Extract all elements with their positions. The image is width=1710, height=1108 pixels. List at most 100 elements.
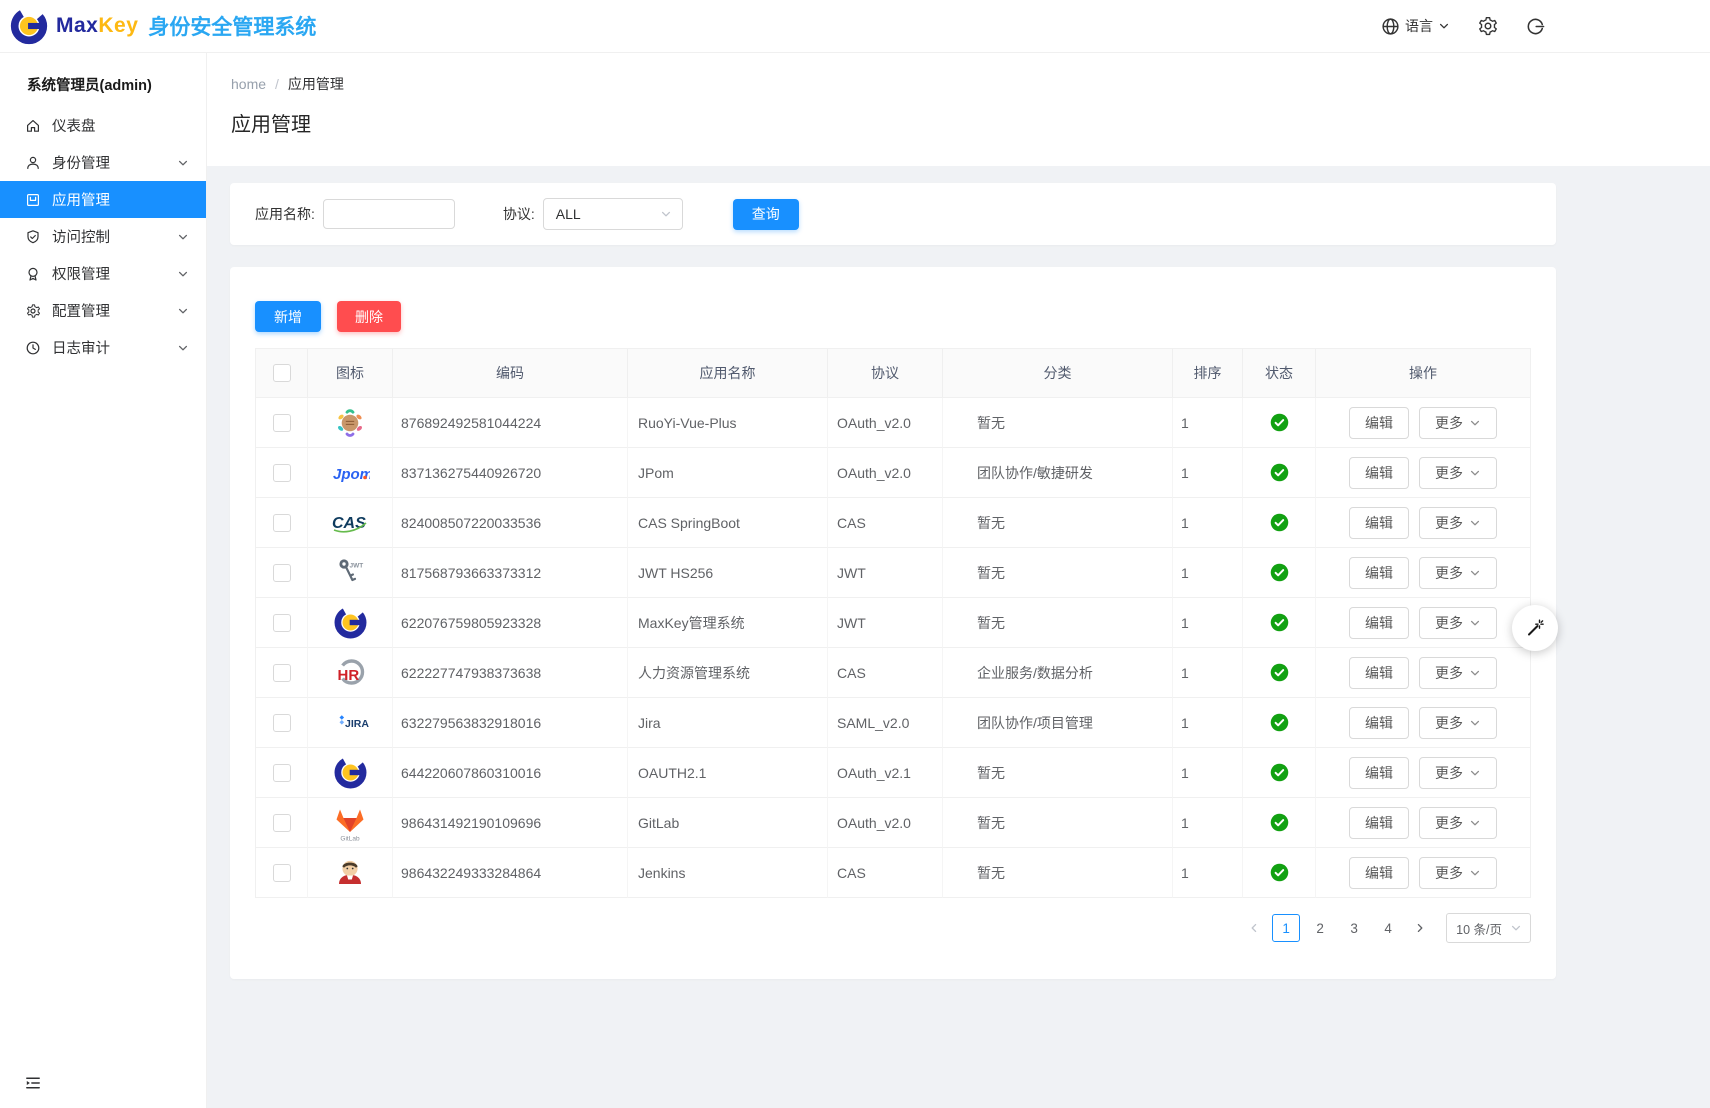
sidebar-item-apps[interactable]: 应用管理 xyxy=(0,181,206,218)
main-content: home / 应用管理 应用管理 应用名称: 协议: ALL 查询 新增 删除 … xyxy=(206,52,1710,1108)
edit-button[interactable]: 编辑 xyxy=(1349,757,1409,789)
edit-button[interactable]: 编辑 xyxy=(1349,407,1409,439)
row-checkbox[interactable] xyxy=(273,414,291,432)
page-button-3[interactable]: 3 xyxy=(1340,914,1368,942)
select-all-checkbox[interactable] xyxy=(273,364,291,382)
edit-button[interactable]: 编辑 xyxy=(1349,657,1409,689)
app-sort: 1 xyxy=(1173,648,1243,698)
app-sort: 1 xyxy=(1173,548,1243,598)
more-button[interactable]: 更多 xyxy=(1419,457,1497,489)
globe-icon xyxy=(1381,17,1400,36)
sidebar-item-user[interactable]: 身份管理 xyxy=(0,144,206,181)
more-button[interactable]: 更多 xyxy=(1419,507,1497,539)
row-checkbox[interactable] xyxy=(273,564,291,582)
app-protocol: OAuth_v2.0 xyxy=(828,798,943,848)
chevron-down-icon xyxy=(1469,817,1481,829)
app-name-label: 应用名称: xyxy=(255,204,315,224)
more-button[interactable]: 更多 xyxy=(1419,707,1497,739)
brand-subtitle: 身份安全管理系统 xyxy=(148,11,316,41)
logout-icon[interactable] xyxy=(1526,17,1545,36)
edit-button[interactable]: 编辑 xyxy=(1349,857,1409,889)
breadcrumb-home[interactable]: home xyxy=(231,76,266,92)
row-checkbox-cell xyxy=(256,498,308,548)
hr-logo-icon: HR xyxy=(308,648,393,698)
more-button[interactable]: 更多 xyxy=(1419,607,1497,639)
apps-icon xyxy=(25,192,41,208)
row-checkbox[interactable] xyxy=(273,864,291,882)
edit-button[interactable]: 编辑 xyxy=(1349,507,1409,539)
app-name: OAUTH2.1 xyxy=(628,748,828,798)
edit-button[interactable]: 编辑 xyxy=(1349,707,1409,739)
sidebar-item-badge[interactable]: 权限管理 xyxy=(0,255,206,292)
status-cell xyxy=(1243,848,1316,898)
brand[interactable]: MaxKey 身份安全管理系统 xyxy=(8,5,316,47)
jpom-logo-icon: Jpom xyxy=(308,448,393,498)
app-code: 644220607860310016 xyxy=(393,748,628,798)
app-name: JWT HS256 xyxy=(628,548,828,598)
page-button-1[interactable]: 1 xyxy=(1272,914,1300,942)
app-name: Jenkins xyxy=(628,848,828,898)
prev-page-button[interactable] xyxy=(1242,914,1266,942)
search-button[interactable]: 查询 xyxy=(733,199,799,230)
table-row: JWT817568793663373312JWT HS256JWT暂无1编辑更多 xyxy=(256,548,1530,598)
more-button[interactable]: 更多 xyxy=(1419,657,1497,689)
page-button-2[interactable]: 2 xyxy=(1306,914,1334,942)
add-button[interactable]: 新增 xyxy=(255,301,321,332)
row-checkbox[interactable] xyxy=(273,764,291,782)
more-button[interactable]: 更多 xyxy=(1419,857,1497,889)
next-page-button[interactable] xyxy=(1408,914,1432,942)
status-enabled-icon xyxy=(1270,413,1289,432)
sidebar-item-home[interactable]: 仪表盘 xyxy=(0,107,206,144)
row-checkbox[interactable] xyxy=(273,814,291,832)
column-header-name: 应用名称 xyxy=(628,349,828,398)
sidebar-item-shield-check[interactable]: 访问控制 xyxy=(0,218,206,255)
status-enabled-icon xyxy=(1270,813,1289,832)
row-checkbox[interactable] xyxy=(273,514,291,532)
sidebar-item-gear[interactable]: 配置管理 xyxy=(0,292,206,329)
more-button[interactable]: 更多 xyxy=(1419,757,1497,789)
page-size-value: 10 条/页 xyxy=(1456,919,1502,938)
app-category: 暂无 xyxy=(943,548,1173,598)
chevron-down-icon xyxy=(1469,567,1481,579)
edit-button[interactable]: 编辑 xyxy=(1349,607,1409,639)
gitlab-logo-icon: GitLab xyxy=(308,798,393,848)
sidebar-collapse-button[interactable] xyxy=(24,1074,42,1092)
protocol-select[interactable]: ALL xyxy=(543,198,683,230)
edit-button[interactable]: 编辑 xyxy=(1349,457,1409,489)
edit-button[interactable]: 编辑 xyxy=(1349,807,1409,839)
status-enabled-icon xyxy=(1270,663,1289,682)
page-button-4[interactable]: 4 xyxy=(1374,914,1402,942)
cas-logo-icon: CAS xyxy=(308,498,393,548)
app-name: CAS SpringBoot xyxy=(628,498,828,548)
user-icon xyxy=(25,155,41,171)
row-checkbox[interactable] xyxy=(273,714,291,732)
svg-text:GitLab: GitLab xyxy=(340,835,360,842)
settings-gear-icon[interactable] xyxy=(1478,16,1498,36)
app-category: 团队协作/敏捷研发 xyxy=(943,448,1173,498)
app-protocol: OAuth_v2.0 xyxy=(828,398,943,448)
status-cell xyxy=(1243,748,1316,798)
column-header-status: 状态 xyxy=(1243,349,1316,398)
more-button[interactable]: 更多 xyxy=(1419,807,1497,839)
row-checkbox[interactable] xyxy=(273,614,291,632)
chevron-down-icon xyxy=(1469,717,1481,729)
delete-button[interactable]: 删除 xyxy=(337,301,401,332)
floating-tool-button[interactable] xyxy=(1512,605,1558,651)
sidebar-item-label: 身份管理 xyxy=(52,152,110,173)
edit-button[interactable]: 编辑 xyxy=(1349,557,1409,589)
page-size-select[interactable]: 10 条/页 xyxy=(1446,913,1531,943)
app-name-input[interactable] xyxy=(323,199,455,229)
gear-icon xyxy=(25,303,41,319)
more-button[interactable]: 更多 xyxy=(1419,557,1497,589)
row-checkbox[interactable] xyxy=(273,664,291,682)
app-name: GitLab xyxy=(628,798,828,848)
status-enabled-icon xyxy=(1270,863,1289,882)
more-button[interactable]: 更多 xyxy=(1419,407,1497,439)
row-checkbox[interactable] xyxy=(273,464,291,482)
apps-table: 图标 编码 应用名称 协议 分类 排序 状态 操作 87689249258104… xyxy=(255,348,1531,898)
maxkey-logo-icon xyxy=(308,598,393,648)
language-menu[interactable]: 语言 xyxy=(1381,16,1450,36)
pagination: 1234 10 条/页 xyxy=(255,913,1531,943)
sidebar-item-clock[interactable]: 日志审计 xyxy=(0,329,206,366)
chevron-down-icon xyxy=(1469,417,1481,429)
